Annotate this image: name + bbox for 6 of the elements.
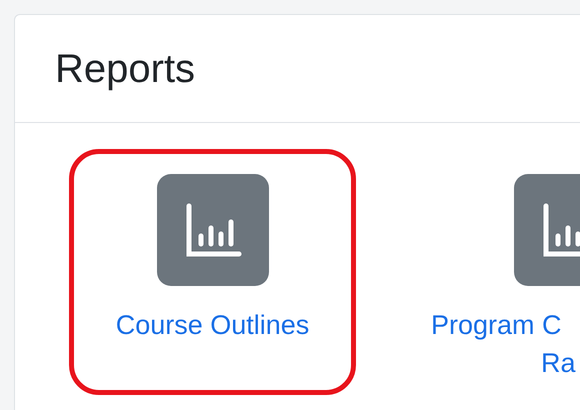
report-link[interactable]: Course Outlines [69, 149, 356, 395]
report-label[interactable]: Course Outlines [116, 306, 310, 344]
report-label[interactable]: Ra [541, 344, 576, 382]
report-link[interactable]: Program C Ra [426, 149, 580, 395]
report-label[interactable]: Program C [431, 306, 562, 344]
card-title: Reports [55, 48, 196, 88]
